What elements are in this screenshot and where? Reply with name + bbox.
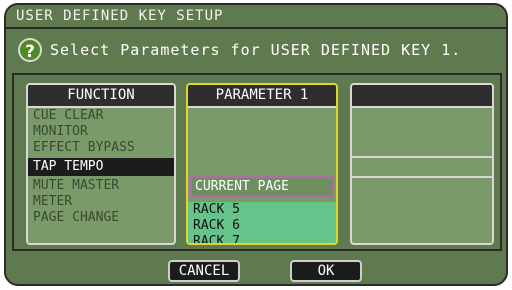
function-item-monitor[interactable]: MONITOR (28, 124, 174, 140)
parameter-item-rack-6[interactable]: RACK 6 (188, 218, 336, 234)
dialog-title: USER DEFINED KEY SETUP (6, 5, 506, 29)
prompt-row: ? Select Parameters for USER DEFINED KEY… (18, 37, 461, 63)
function-item-page-change[interactable]: PAGE CHANGE (28, 210, 174, 226)
prompt-text: Select Parameters for USER DEFINED KEY 1… (50, 41, 462, 59)
divider (352, 176, 492, 178)
user-defined-key-setup-dialog: USER DEFINED KEY SETUP ? Select Paramete… (4, 3, 508, 286)
selection-frame: FUNCTION CUE CLEAR MONITOR EFFECT BYPASS… (12, 73, 502, 251)
function-header: FUNCTION (28, 85, 174, 108)
parameter-2-list (350, 83, 494, 245)
function-item-meter[interactable]: METER (28, 194, 174, 210)
function-item-tap-tempo[interactable]: TAP TEMPO (28, 158, 174, 176)
function-item-mute-master[interactable]: MUTE MASTER (28, 178, 174, 194)
function-item-effect-bypass[interactable]: EFFECT BYPASS (28, 140, 174, 156)
question-circle-icon: ? (18, 38, 42, 62)
function-item-cue-clear[interactable]: CUE CLEAR (28, 108, 174, 124)
parameter-2-rows[interactable] (352, 108, 492, 243)
parameter-item-rack-7[interactable]: RACK 7 (188, 234, 336, 243)
function-list: FUNCTION CUE CLEAR MONITOR EFFECT BYPASS… (26, 83, 176, 245)
parameter-item-current-page[interactable]: CURRENT PAGE (190, 176, 334, 198)
cancel-button[interactable]: CANCEL (168, 260, 240, 282)
parameter-list: PARAMETER 1 CURRENT PAGE RACK 5 RACK 6 R… (186, 83, 338, 245)
parameter-2-header (352, 85, 492, 108)
divider (352, 156, 492, 158)
parameter-item-rack-5[interactable]: RACK 5 (188, 202, 336, 218)
parameter-empty-area (188, 108, 336, 174)
parameter-header: PARAMETER 1 (188, 85, 336, 108)
ok-button[interactable]: OK (290, 260, 362, 282)
parameter-options: RACK 5 RACK 6 RACK 7 (188, 202, 336, 243)
